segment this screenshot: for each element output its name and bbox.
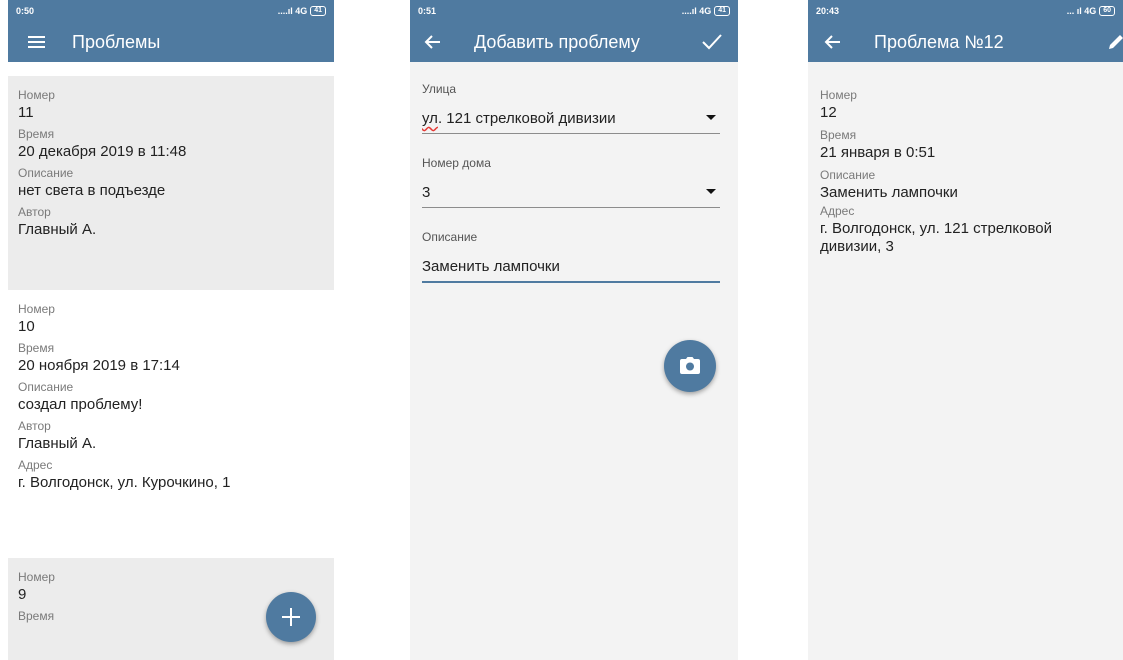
field-value: нет света в подъезде — [18, 182, 166, 199]
battery-icon: 41 — [310, 6, 326, 16]
list-item[interactable]: Номер 10 Время 20 ноября 2019 в 17:14 Оп… — [8, 290, 334, 558]
street-select[interactable]: ул. 121 стрелковой дивизии — [422, 110, 720, 134]
field-value: Заменить лампочки — [820, 184, 958, 201]
problem-form: Улица ул. 121 стрелковой дивизии Номер д… — [410, 62, 738, 283]
edit-icon[interactable] — [1105, 31, 1123, 53]
signal-indicator: ....ıl 4G — [277, 6, 308, 16]
field-label: Номер — [18, 88, 55, 102]
status-bar: 0:51 ....ıl 4G 41 — [410, 0, 738, 22]
field-label: Автор — [18, 205, 51, 219]
description-input[interactable]: Заменить лампочки — [422, 258, 720, 283]
field-value: 12 — [820, 104, 837, 121]
app-bar: Проблемы — [8, 22, 334, 62]
add-problem-screen: 0:51 ....ıl 4G 41 Добавить проблему Улиц… — [410, 0, 738, 660]
status-bar: 20:43 ... ıl 4G 60 — [808, 0, 1123, 22]
field-value: 21 января в 0:51 — [820, 144, 936, 161]
field-label: Время — [820, 128, 857, 142]
dropdown-arrow-icon — [706, 115, 716, 120]
battery-icon: 60 — [1099, 6, 1115, 16]
camera-icon — [680, 357, 700, 374]
field-value: Главный А. — [18, 435, 97, 452]
status-time: 0:50 — [16, 6, 35, 16]
field-value: создал проблему! — [18, 396, 143, 413]
problems-list-screen: 0:50 ....ıl 4G 41 Проблемы Номер 11 Врем… — [8, 0, 334, 660]
field-value: г. Волгодонск, ул. 121 стрелковой дивизи… — [820, 220, 1053, 255]
street-value: . 121 стрелковой дивизии — [437, 110, 616, 127]
problem-detail-screen: 20:43 ... ıl 4G 60 Проблема №12 Номер 12… — [808, 0, 1123, 660]
app-bar: Добавить проблему — [410, 22, 738, 62]
plus-icon — [282, 608, 300, 626]
list-item[interactable]: Номер 11 Время 20 декабря 2019 в 11:48 О… — [8, 76, 334, 290]
house-value: 3 — [422, 184, 431, 201]
status-time: 20:43 — [816, 6, 840, 16]
field-label: Номер — [18, 302, 55, 316]
app-bar: Проблема №12 — [808, 22, 1123, 62]
dropdown-arrow-icon — [706, 189, 716, 194]
field-label: Описание — [18, 380, 74, 394]
signal-indicator: ....ıl 4G — [681, 6, 712, 16]
street-value-prefix: ул — [422, 110, 438, 127]
status-time: 0:51 — [418, 6, 437, 16]
add-problem-button[interactable] — [266, 592, 316, 642]
add-photo-button[interactable] — [664, 340, 716, 392]
status-bar: 0:50 ....ıl 4G 41 — [8, 0, 334, 22]
menu-icon[interactable] — [26, 31, 48, 53]
page-title: Добавить проблему — [474, 31, 640, 52]
field-label: Время — [18, 341, 55, 355]
page-title: Проблемы — [72, 31, 161, 52]
field-label: Номер — [820, 88, 857, 102]
field-label: Время — [18, 127, 55, 141]
problem-details: Номер 12 Время 21 января в 0:51 Описание… — [808, 62, 1123, 256]
arrow-back-icon[interactable] — [422, 31, 444, 53]
field-label: Описание — [820, 168, 876, 182]
field-value: 20 ноября 2019 в 17:14 — [18, 357, 180, 374]
arrow-back-icon[interactable] — [822, 31, 844, 53]
battery-icon: 41 — [714, 6, 730, 16]
field-value: 20 декабря 2019 в 11:48 — [18, 143, 187, 160]
field-label: Адрес — [18, 458, 53, 472]
field-value: 10 — [18, 318, 35, 335]
field-label: Номер — [18, 570, 55, 584]
description-value: Заменить лампочки — [422, 258, 560, 275]
house-label: Номер дома — [422, 156, 491, 170]
field-label: Автор — [18, 419, 51, 433]
field-value: г. Волгодонск, ул. Курочкино, 1 — [18, 474, 231, 491]
field-label: Адрес — [820, 204, 855, 218]
street-label: Улица — [422, 82, 457, 96]
field-label: Описание — [18, 166, 74, 180]
house-select[interactable]: 3 — [422, 184, 720, 208]
description-label: Описание — [422, 230, 478, 244]
check-icon[interactable] — [700, 31, 724, 53]
signal-indicator: ... ıl 4G — [1066, 6, 1097, 16]
field-value: Главный А. — [18, 221, 97, 238]
field-value: 11 — [18, 104, 34, 121]
page-title: Проблема №12 — [874, 31, 1004, 52]
